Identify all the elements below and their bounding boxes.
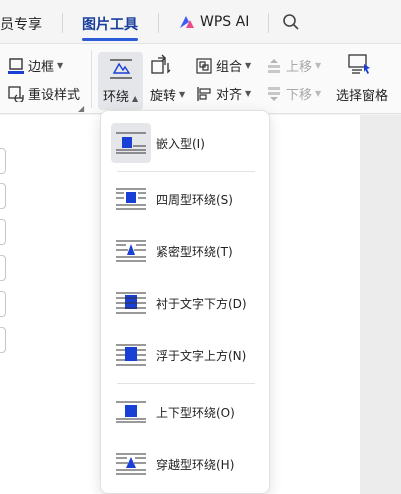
inline-wrap-icon: [111, 123, 151, 163]
chevron-down-icon: ▼: [245, 89, 252, 98]
menu-item-square[interactable]: 四周型环绕(S): [111, 177, 261, 221]
chevron-down-icon: ▼: [179, 90, 186, 99]
selection-pane-icon-button[interactable]: [348, 54, 376, 76]
menu-item-label: 衬于文字下方(D): [156, 296, 247, 311]
border-button[interactable]: 边框 ▼: [8, 56, 63, 75]
send-backward-icon: [268, 86, 280, 101]
side-control[interactable]: [0, 148, 6, 174]
side-control[interactable]: [0, 219, 6, 245]
align-icon: [197, 86, 211, 101]
wrap-button[interactable]: 环绕 ▲: [98, 52, 143, 110]
text-wrap-icon: [110, 59, 132, 79]
active-tab-indicator: [82, 38, 138, 41]
reset-style-button[interactable]: 重设样式: [8, 84, 80, 103]
through-wrap-icon: [111, 444, 151, 484]
right-scroll-area: [360, 115, 401, 494]
menu-divider: [117, 171, 255, 172]
rotate-icon: [151, 54, 171, 74]
chevron-down-icon: ▼: [57, 61, 64, 70]
menu-item-label: 嵌入型(I): [156, 136, 205, 151]
menu-divider: [117, 383, 255, 384]
group-label: 组合: [216, 60, 243, 75]
reset-style-label: 重设样式: [28, 88, 81, 103]
menu-item-top-bottom[interactable]: 上下型环绕(O): [111, 390, 261, 434]
rotate-label: 旋转: [150, 89, 177, 104]
tab-separator: [62, 13, 63, 33]
wps-ai-logo-icon: [180, 16, 194, 28]
selection-pane-icon: [348, 54, 370, 74]
top-bottom-wrap-icon: [111, 392, 151, 432]
menu-item-label: 穿越型环绕(H): [156, 457, 235, 472]
align-label: 对齐: [216, 88, 243, 103]
in-front-of-text-icon: [111, 335, 151, 375]
tab-bar: 员专享 图片工具 WPS AI: [0, 0, 401, 44]
menu-item-in-front-of-text[interactable]: 浮于文字上方(N): [111, 333, 261, 377]
ribbon-separator: [91, 50, 92, 108]
tab-wps-ai[interactable]: WPS AI: [200, 14, 249, 30]
side-control[interactable]: [0, 327, 6, 353]
reset-style-icon: [8, 85, 24, 102]
bring-forward-icon: [268, 58, 280, 73]
search-icon[interactable]: [282, 13, 300, 31]
group-icon: [196, 57, 212, 74]
menu-item-inline[interactable]: 嵌入型(I): [111, 121, 261, 165]
side-control[interactable]: [0, 183, 6, 209]
menu-item-label: 紧密型环绕(T): [156, 244, 233, 259]
send-down-button[interactable]: 下移 ▼: [266, 84, 321, 103]
menu-item-through[interactable]: 穿越型环绕(H): [111, 442, 261, 486]
tab-picture-tools[interactable]: 图片工具: [82, 14, 138, 34]
tight-wrap-icon: [111, 231, 151, 271]
tab-separator: [158, 13, 159, 33]
wrap-label: 环绕 ▲: [103, 90, 139, 105]
menu-item-label: 四周型环绕(S): [156, 192, 233, 207]
rotate-icon-button[interactable]: [150, 54, 176, 76]
chevron-down-icon: ▼: [315, 89, 322, 98]
send-down-label: 下移: [286, 88, 313, 103]
chevron-down-icon: ▼: [245, 61, 252, 70]
menu-item-behind-text[interactable]: 衬于文字下方(D): [111, 281, 261, 325]
tab-separator: [268, 13, 269, 33]
behind-text-icon: [111, 283, 151, 323]
selection-pane-label: 选择窗格: [336, 89, 389, 104]
wrap-dropdown-menu: 嵌入型(I) 四周型环绕(S) 紧密型环绕(T) 衬于文字下方(D) 浮于文字上…: [100, 110, 270, 494]
selection-pane-button[interactable]: 选择窗格: [336, 85, 388, 104]
align-button[interactable]: 对齐 ▼: [196, 84, 251, 103]
chevron-up-icon: ▲: [132, 94, 139, 103]
menu-item-label: 上下型环绕(O): [156, 405, 235, 420]
border-icon: [8, 57, 24, 74]
menu-item-tight[interactable]: 紧密型环绕(T): [111, 229, 261, 273]
bring-up-label: 上移: [286, 60, 313, 75]
chevron-down-icon: ▼: [315, 61, 322, 70]
dialog-launcher-icon[interactable]: ◢: [78, 104, 84, 113]
square-wrap-icon: [111, 179, 151, 219]
side-control[interactable]: [0, 291, 6, 317]
rotate-button[interactable]: 旋转 ▼: [150, 85, 185, 104]
side-control[interactable]: [0, 255, 6, 281]
bring-up-button[interactable]: 上移 ▼: [266, 56, 321, 75]
menu-item-label: 浮于文字上方(N): [156, 348, 247, 363]
tab-member[interactable]: 员专享: [0, 14, 42, 34]
ribbon-toolbar: 边框 ▼ 重设样式 ◢ 环绕 ▲ 旋转 ▼ 组合 ▼ 对齐 ▼ 上移 ▼ 下移 …: [0, 44, 401, 114]
border-label: 边框: [28, 60, 55, 75]
group-button[interactable]: 组合 ▼: [196, 56, 251, 75]
